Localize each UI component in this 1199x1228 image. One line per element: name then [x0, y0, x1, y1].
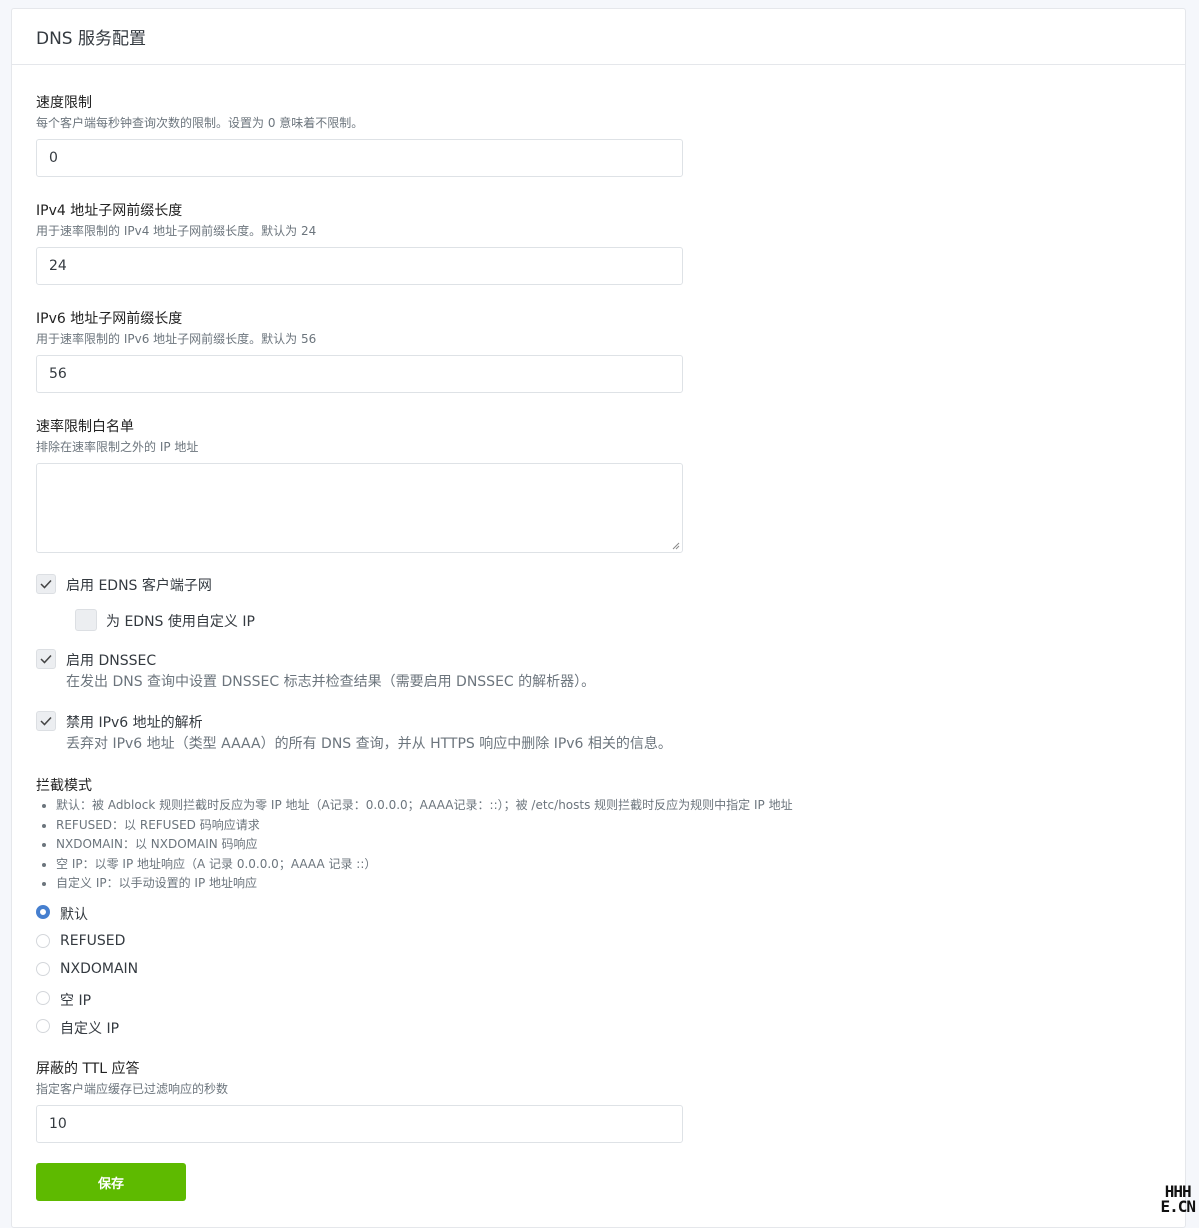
blocked-ttl-input[interactable]: 10 [36, 1105, 683, 1143]
edns-label: 启用 EDNS 客户端子网 [66, 578, 212, 594]
rule-item-refused: REFUSED：以 REFUSED 码响应请求 [56, 816, 1136, 836]
whitelist-textarea[interactable] [36, 463, 683, 553]
radio-nxdomain-label: NXDOMAIN [60, 961, 139, 977]
page-title: DNS 服务配置 [36, 29, 147, 49]
dns-config-card: DNS 服务配置 速度限制 每个客户端每秒钟查询次数的限制。设置为 0 意味着不… [11, 8, 1186, 1228]
checkmark-icon [40, 654, 52, 664]
watermark-line2: E.CN [1160, 1197, 1196, 1216]
blocked-ttl-value: 10 [49, 1116, 67, 1132]
edns-checkbox[interactable] [36, 574, 56, 594]
radio-refused[interactable] [36, 934, 50, 948]
ipv4-prefix-input[interactable]: 24 [36, 247, 683, 285]
ipv6-prefix-label: IPv6 地址子网前缀长度 [36, 311, 183, 327]
whitelist-desc: 排除在速率限制之外的 IP 地址 [36, 440, 199, 454]
rate-limit-label: 速度限制 [36, 95, 92, 111]
rate-limit-value: 0 [49, 150, 58, 166]
dnssec-desc: 在发出 DNS 查询中设置 DNSSEC 标志并检查结果（需要启用 DNSSEC… [66, 674, 596, 690]
radio-custom-ip[interactable] [36, 1019, 50, 1033]
checkmark-icon [40, 716, 52, 726]
disable-ipv6-checkbox[interactable] [36, 711, 56, 731]
radio-nxdomain[interactable] [36, 962, 50, 976]
edns-custom-ip-label: 为 EDNS 使用自定义 IP [106, 614, 255, 630]
dnssec-checkbox[interactable] [36, 649, 56, 669]
whitelist-label: 速率限制白名单 [36, 419, 134, 435]
ipv4-prefix-value: 24 [49, 258, 67, 274]
ipv6-prefix-desc: 用于速率限制的 IPv6 地址子网前缀长度。默认为 56 [36, 332, 317, 346]
blocked-ttl-label: 屏蔽的 TTL 应答 [36, 1061, 140, 1077]
rule-item-null-ip: 空 IP：以零 IP 地址响应（A 记录 0.0.0.0；AAAA 记录 ::） [56, 855, 1136, 875]
ipv6-prefix-value: 56 [49, 366, 67, 382]
radio-default[interactable] [36, 905, 50, 919]
resize-grip-icon[interactable] [672, 542, 680, 550]
ipv4-prefix-label: IPv4 地址子网前缀长度 [36, 203, 183, 219]
rate-limit-desc: 每个客户端每秒钟查询次数的限制。设置为 0 意味着不限制。 [36, 116, 364, 130]
blocking-mode-label: 拦截模式 [36, 778, 92, 794]
save-button-label: 保存 [97, 1176, 124, 1192]
radio-null-ip[interactable] [36, 991, 50, 1005]
rule-item-default: 默认：被 Adblock 规则拦截时反应为零 IP 地址（A记录：0.0.0.0… [56, 796, 1136, 816]
rule-item-custom-ip: 自定义 IP：以手动设置的 IP 地址响应 [56, 874, 1136, 894]
ipv6-prefix-input[interactable]: 56 [36, 355, 683, 393]
dnssec-label: 启用 DNSSEC [66, 653, 157, 669]
blocked-ttl-desc: 指定客户端应缓存已过滤响应的秒数 [36, 1082, 229, 1096]
radio-default-label: 默认 [60, 907, 88, 923]
disable-ipv6-desc: 丢弃对 IPv6 地址（类型 AAAA）的所有 DNS 查询，并从 HTTPS … [66, 736, 672, 752]
card-header: DNS 服务配置 [12, 9, 1185, 65]
radio-refused-label: REFUSED [60, 933, 126, 949]
rule-item-nxdomain: NXDOMAIN：以 NXDOMAIN 码响应 [56, 835, 1136, 855]
save-button[interactable]: 保存 [36, 1163, 186, 1201]
radio-null-ip-label: 空 IP [60, 993, 92, 1009]
edns-custom-ip-checkbox[interactable] [75, 609, 97, 631]
radio-custom-ip-label: 自定义 IP [60, 1021, 120, 1037]
ipv4-prefix-desc: 用于速率限制的 IPv4 地址子网前缀长度。默认为 24 [36, 224, 317, 238]
checkmark-icon [40, 579, 52, 589]
watermark-logo: HHH E.CN [1160, 1184, 1196, 1216]
rate-limit-input[interactable]: 0 [36, 139, 683, 177]
disable-ipv6-label: 禁用 IPv6 地址的解析 [66, 715, 203, 731]
blocking-mode-rules: 默认：被 Adblock 规则拦截时反应为零 IP 地址（A记录：0.0.0.0… [36, 796, 1136, 894]
